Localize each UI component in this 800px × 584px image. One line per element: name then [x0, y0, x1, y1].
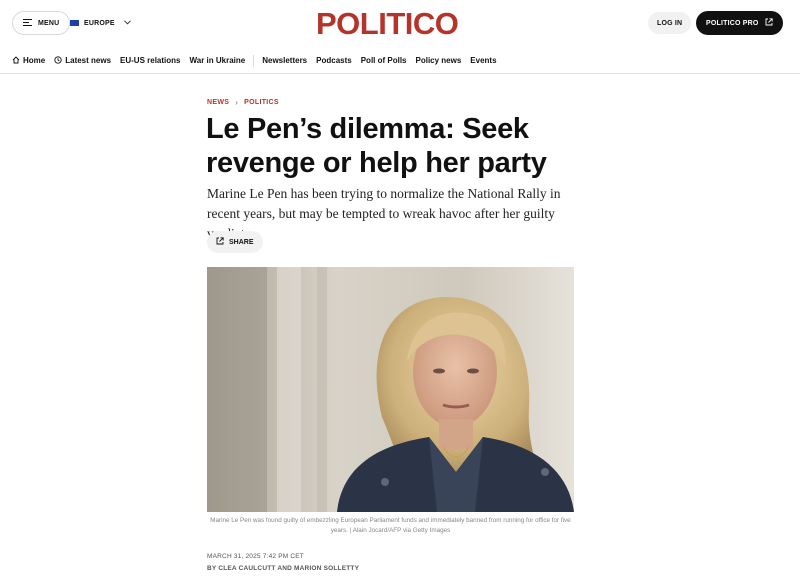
menu-button[interactable]: MENU — [12, 11, 71, 35]
nav-label: Policy news — [415, 56, 462, 65]
site-header: MENU EUROPE POLITICO LOG IN POLITICO PRO — [0, 0, 800, 46]
nav-item-policy-news[interactable]: Policy news — [416, 56, 462, 65]
eu-flag-icon — [70, 20, 79, 26]
article-date: MARCH 31, 2025 7:42 PM CET — [207, 553, 304, 560]
external-link-icon — [765, 18, 773, 28]
breadcrumb-news[interactable]: NEWS — [207, 99, 229, 106]
article-photo — [207, 267, 574, 512]
nav-label: Events — [470, 56, 497, 65]
share-button[interactable]: SHARE — [207, 231, 263, 253]
nav-label: War in Ukraine — [189, 56, 246, 65]
chevron-right-icon: › — [235, 98, 239, 107]
clock-icon — [54, 55, 62, 66]
nav-item-war-in-ukraine[interactable]: War in Ukraine — [190, 56, 246, 65]
pro-label: POLITICO PRO — [706, 19, 759, 27]
nav-item-home[interactable]: Home — [12, 55, 46, 66]
hamburger-icon — [23, 18, 32, 28]
nav-label: Latest news — [65, 56, 112, 65]
nav-item-podcasts[interactable]: Podcasts — [316, 56, 352, 65]
main-nav: Home Latest news EU-US relations War in … — [0, 48, 800, 74]
article-dek: Marine Le Pen has been trying to normali… — [207, 186, 561, 241]
nav-item-latest-news[interactable]: Latest news — [54, 55, 112, 66]
chevron-down-icon — [123, 19, 131, 27]
edition-label: EUROPE — [84, 19, 115, 27]
breadcrumb-politics[interactable]: POLITICS — [244, 99, 279, 106]
nav-label: EU-US relations — [120, 56, 181, 65]
nav-item-eu-us-relations[interactable]: EU-US relations — [120, 56, 180, 65]
nav-divider — [253, 54, 255, 67]
nav-item-newsletters[interactable]: Newsletters — [262, 56, 307, 65]
politico-pro-button[interactable]: POLITICO PRO — [696, 11, 783, 35]
nav-item-poll-of-polls[interactable]: Poll of Polls — [361, 56, 407, 65]
article-byline: BY CLEA CAULCUTT AND MARION SOLLETTY — [207, 565, 360, 572]
share-label: SHARE — [229, 238, 254, 246]
nav-item-events[interactable]: Events — [470, 56, 496, 65]
breadcrumb: NEWS › POLITICS — [207, 98, 279, 107]
login-label: LOG IN — [657, 19, 683, 27]
home-icon — [12, 55, 20, 66]
nav-label: Podcasts — [316, 56, 352, 65]
article-headline: Le Pen’s dilemma: Seek revenge or help h… — [206, 113, 547, 179]
edition-selector[interactable]: EUROPE — [70, 16, 131, 30]
nav-label: Home — [23, 56, 46, 65]
share-icon — [216, 237, 224, 247]
login-button[interactable]: LOG IN — [648, 12, 692, 34]
nav-label: Newsletters — [262, 56, 308, 65]
menu-label: MENU — [38, 19, 60, 27]
nav-label: Poll of Polls — [360, 56, 407, 65]
politico-logo[interactable]: POLITICO — [316, 6, 459, 42]
photo-caption: Marine Le Pen was found guilty of embezz… — [210, 517, 571, 534]
